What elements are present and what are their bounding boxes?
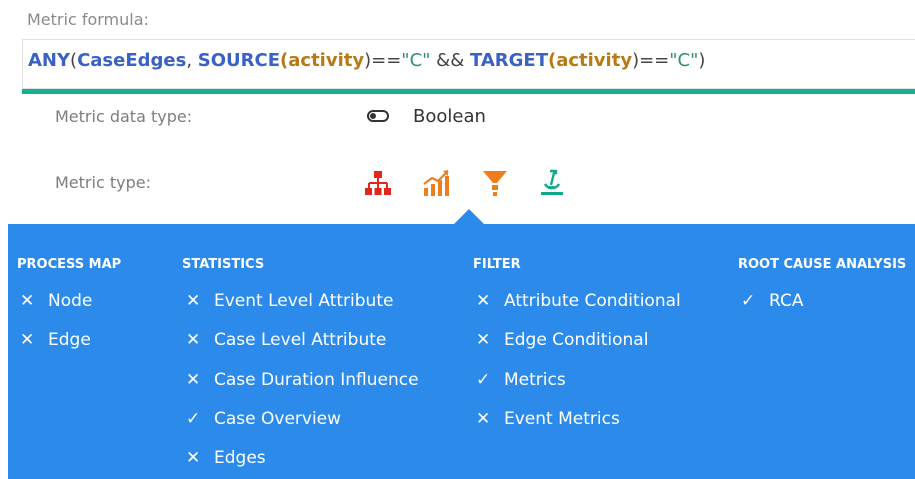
process-map-icon[interactable] [363, 168, 393, 198]
check-icon: ✓ [741, 291, 756, 311]
column-heading-process-map: PROCESS MAP [17, 257, 122, 272]
data-type-value: Boolean [413, 106, 486, 127]
panel-pointer [454, 209, 484, 224]
cross-icon: ✕ [476, 291, 491, 311]
formula-token: "C" [669, 50, 699, 71]
list-item: ✕ Case Level Attribute [186, 330, 386, 354]
root-cause-icon[interactable] [537, 168, 567, 198]
formula-underline [22, 89, 915, 94]
formula-label: Metric formula: [27, 10, 149, 29]
list-item: ✕ Attribute Conditional [476, 291, 681, 315]
toggle-icon[interactable] [367, 110, 389, 122]
list-item: ✕ Edges [186, 448, 266, 472]
column-heading-statistics: STATISTICS [182, 257, 265, 272]
item-label: Event Level Attribute [214, 291, 394, 311]
item-label: Edge Conditional [504, 330, 649, 350]
formula-token: activity [556, 50, 633, 71]
item-label: Attribute Conditional [504, 291, 681, 311]
formula-text: ANY(CaseEdges, SOURCE(activity)=="C" && … [28, 50, 705, 71]
list-item: ✓ Metrics [476, 370, 566, 394]
check-icon: ✓ [186, 409, 201, 429]
formula-token: ( [547, 50, 557, 71]
cross-icon: ✕ [476, 330, 491, 350]
list-item: ✓ Case Overview [186, 409, 341, 433]
formula-token: CaseEdges [77, 50, 187, 71]
list-item: ✕ Node [20, 291, 92, 315]
formula-token: TARGET [469, 50, 548, 71]
cross-icon: ✕ [186, 448, 201, 468]
item-label: RCA [769, 291, 804, 311]
column-heading-filter: FILTER [473, 257, 521, 272]
statistics-icon[interactable] [421, 168, 451, 198]
item-label: Case Duration Influence [214, 370, 419, 390]
item-label: Event Metrics [504, 409, 620, 429]
cross-icon: ✕ [476, 409, 491, 429]
item-label: Node [48, 291, 93, 311]
list-item: ✕ Case Duration Influence [186, 370, 419, 394]
list-item: ✕ Edge [20, 330, 91, 354]
data-type-label: Metric data type: [55, 107, 193, 126]
formula-input[interactable]: ANY(CaseEdges, SOURCE(activity)=="C" && … [22, 39, 915, 89]
list-item: ✕ Event Level Attribute [186, 291, 393, 315]
list-item: ✕ Edge Conditional [476, 330, 648, 354]
formula-token: )== [364, 50, 402, 71]
item-label: Case Level Attribute [214, 330, 387, 350]
formula-token: , [186, 50, 198, 71]
formula-token: && [430, 50, 470, 71]
check-icon: ✓ [476, 370, 491, 390]
formula-token: SOURCE [197, 50, 281, 71]
column-heading-root-cause-analysis: ROOT CAUSE ANALYSIS [738, 257, 907, 272]
cross-icon: ✕ [186, 291, 201, 311]
list-item: ✕ Event Metrics [476, 409, 620, 433]
item-label: Metrics [504, 370, 566, 390]
item-label: Case Overview [214, 409, 342, 429]
cross-icon: ✕ [186, 330, 201, 350]
formula-token: "C" [401, 50, 431, 71]
filter-icon[interactable] [480, 168, 510, 198]
cross-icon: ✕ [186, 370, 201, 390]
formula-token: ) [698, 50, 706, 71]
list-item: ✓ RCA [741, 291, 803, 315]
item-label: Edges [214, 448, 266, 468]
metric-type-label: Metric type: [55, 173, 151, 192]
formula-token: activity [288, 50, 365, 71]
item-label: Edge [48, 330, 91, 350]
formula-token: ( [70, 50, 78, 71]
formula-token: )== [632, 50, 670, 71]
formula-token: ANY [28, 50, 71, 71]
cross-icon: ✕ [20, 291, 35, 311]
cross-icon: ✕ [20, 330, 35, 350]
